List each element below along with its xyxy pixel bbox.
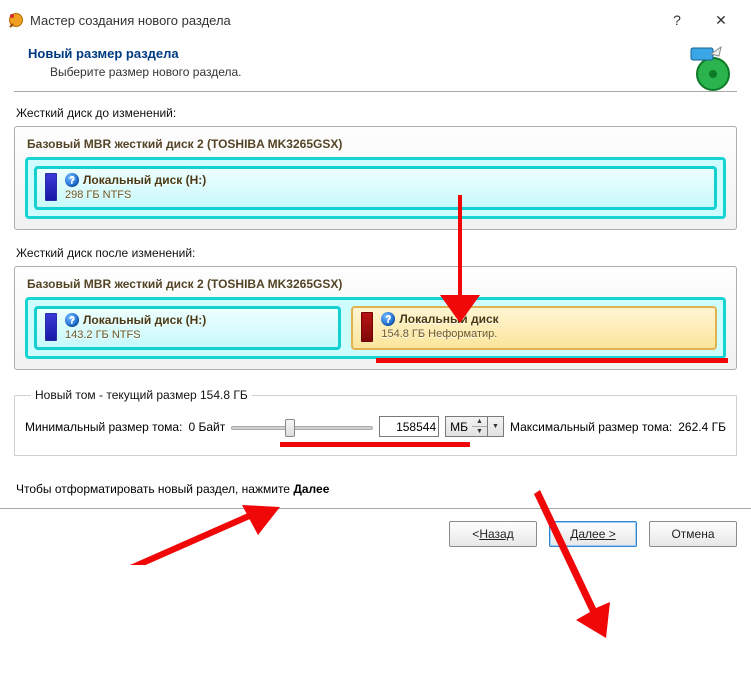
- partition-name: Локальный диск: [399, 312, 498, 326]
- disk-before-box: Базовый MBR жесткий диск 2 (TOSHIBA MK32…: [14, 126, 737, 230]
- max-size-label: Максимальный размер тома:: [510, 420, 672, 434]
- close-button[interactable]: ✕: [699, 6, 743, 34]
- disk-before-row: ? Локальный диск (H:) 298 ГБ NTFS: [25, 157, 726, 219]
- partition-color-bar: [361, 312, 373, 342]
- page-title: Новый размер раздела: [28, 46, 731, 61]
- unit-select[interactable]: МБ ▲▼ ▼: [445, 416, 504, 437]
- size-groupbox: Новый том - текущий размер 154.8 ГБ Мини…: [14, 388, 737, 456]
- cancel-button[interactable]: Отмена: [649, 521, 737, 547]
- unit-value: МБ: [450, 420, 468, 434]
- disk-after-header: Базовый MBR жесткий диск 2 (TOSHIBA MK32…: [27, 277, 724, 291]
- cancel-label: Отмена: [671, 527, 714, 541]
- chevron-down-icon: ▼: [492, 423, 499, 430]
- size-spinner[interactable]: ▲▼: [472, 416, 488, 437]
- size-legend: Новый том - текущий размер 154.8 ГБ: [31, 388, 252, 402]
- partition-after-new[interactable]: ? Локальный диск 154.8 ГБ Неформатир.: [351, 306, 717, 350]
- next-label: Далее >: [570, 527, 616, 541]
- before-label: Жесткий диск до изменений:: [16, 106, 735, 120]
- partition-name: Локальный диск (H:): [83, 173, 206, 187]
- spin-up[interactable]: ▲: [472, 417, 487, 427]
- partition-after-h[interactable]: ? Локальный диск (H:) 143.2 ГБ NTFS: [34, 306, 341, 350]
- help-icon: ?: [65, 173, 79, 187]
- annotation-underline: [376, 358, 729, 363]
- app-icon: [8, 12, 24, 28]
- back-button[interactable]: < Назад: [449, 521, 537, 547]
- disk-after-row: ? Локальный диск (H:) 143.2 ГБ NTFS ? Ло…: [25, 297, 726, 359]
- size-input[interactable]: [379, 416, 439, 437]
- help-icon: ?: [381, 312, 395, 326]
- disk-after-box: Базовый MBR жесткий диск 2 (TOSHIBA MK32…: [14, 266, 737, 370]
- partition-name: Локальный диск (H:): [83, 313, 206, 327]
- window-title: Мастер создания нового раздела: [30, 13, 655, 28]
- slider-track: [231, 426, 373, 430]
- wizard-partition-icon: [685, 42, 737, 94]
- help-button[interactable]: ?: [655, 6, 699, 34]
- back-label: Назад: [479, 527, 513, 541]
- spin-down[interactable]: ▼: [472, 427, 487, 436]
- annotation-underline: [280, 442, 470, 447]
- next-hint-link: Далее: [293, 482, 329, 496]
- header-separator: [14, 91, 737, 92]
- after-label: Жесткий диск после изменений:: [16, 246, 735, 260]
- partition-color-bar: [45, 173, 57, 201]
- help-icon: ?: [65, 313, 79, 327]
- max-size-value: 262.4 ГБ: [678, 420, 726, 434]
- format-hint: Чтобы отформатировать новый раздел, нажм…: [16, 482, 735, 496]
- partition-before-h[interactable]: ? Локальный диск (H:) 298 ГБ NTFS: [34, 166, 717, 210]
- window-titlebar: Мастер создания нового раздела ? ✕: [0, 0, 751, 38]
- min-size-label: Минимальный размер тома:: [25, 420, 182, 434]
- partition-details: 154.8 ГБ Неформатир.: [381, 328, 707, 340]
- partition-details: 298 ГБ NTFS: [65, 189, 706, 201]
- size-slider[interactable]: [231, 417, 373, 437]
- min-size-value: 0 Байт: [188, 420, 225, 434]
- next-button[interactable]: Далее >: [549, 521, 637, 547]
- partition-color-bar: [45, 313, 57, 341]
- wizard-header: Новый размер раздела Выберите размер нов…: [0, 38, 751, 85]
- disk-before-header: Базовый MBR жесткий диск 2 (TOSHIBA MK32…: [27, 137, 724, 151]
- partition-details: 143.2 ГБ NTFS: [65, 329, 330, 341]
- slider-thumb[interactable]: [285, 419, 295, 437]
- wizard-buttons: < Назад Далее > Отмена: [0, 508, 751, 559]
- page-subtitle: Выберите размер нового раздела.: [50, 65, 731, 79]
